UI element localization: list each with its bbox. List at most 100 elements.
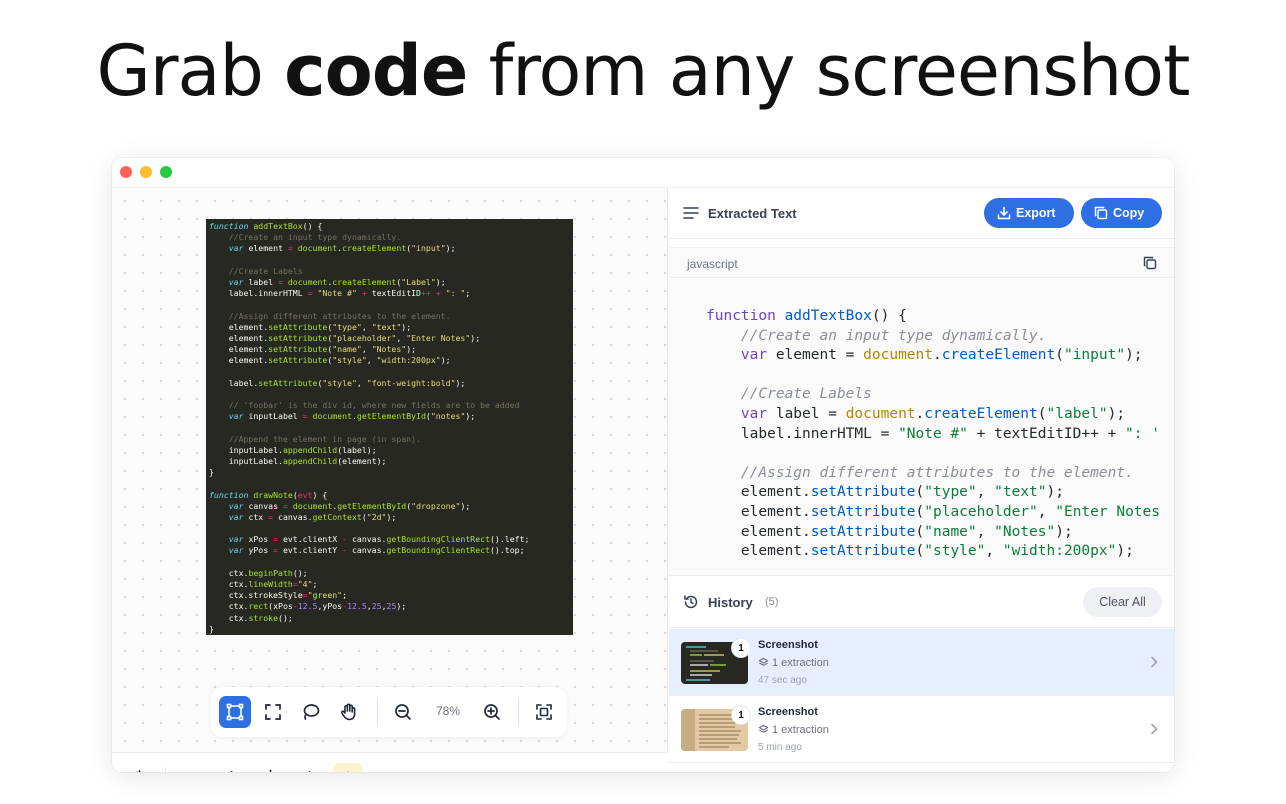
- premium-button[interactable]: [333, 763, 363, 772]
- history-item-extractions: 1 extraction: [772, 657, 829, 669]
- history-item-time: 47 sec ago: [758, 675, 807, 686]
- app-window: function addTextBox() { //Create an inpu…: [112, 158, 1174, 772]
- settings-button[interactable]: [124, 763, 154, 772]
- screenshot-code-line: //Assign different attributes to the ele…: [228, 310, 451, 321]
- screenshot-code-line: var inputLabel = document.getElementById…: [228, 411, 476, 422]
- hero-headline: Grab code from any screenshot: [0, 30, 1286, 112]
- canvas-toolbar: 78%: [211, 687, 567, 737]
- camera-icon: [183, 769, 202, 773]
- export-label: Export: [1016, 206, 1056, 220]
- screenshot-code-line: ctx.stroke();: [209, 612, 293, 623]
- bottom-toolbar: [112, 752, 668, 772]
- zoom-out-icon: [395, 704, 411, 720]
- title-bar: [112, 158, 1174, 188]
- screenshot-code-line: [209, 389, 570, 400]
- select-region-button[interactable]: [219, 696, 251, 728]
- screenshot-code-line: element.setAttribute("placeholder", "Ent…: [209, 332, 481, 343]
- screenshot-code-line: element.setAttribute("type", "text");: [209, 321, 412, 332]
- zoom-out-button[interactable]: [387, 696, 419, 728]
- toolbar-separator: [518, 700, 519, 724]
- crown-icon: [347, 771, 349, 772]
- lasso-button[interactable]: [295, 696, 327, 728]
- layers-icon: [758, 724, 769, 733]
- screenshot-code-line: var yPos = evt.clientY - canvas.getBound…: [228, 545, 525, 556]
- clear-all-button[interactable]: Clear All: [1083, 587, 1162, 617]
- extraction-count-badge: 1: [732, 639, 750, 657]
- fit-to-screen-button[interactable]: [528, 696, 560, 728]
- export-button[interactable]: Export: [984, 198, 1074, 228]
- toolbar-separator: [377, 700, 378, 724]
- zoom-in-button[interactable]: [476, 696, 508, 728]
- code-line: var label = document.createElement("labe…: [740, 405, 1126, 422]
- history-item[interactable]: 1 Screenshot 1 extraction 5 min ago: [669, 696, 1174, 763]
- crop-corners-icon: [265, 704, 281, 720]
- screenshot-code-line: [209, 255, 570, 266]
- copy-button[interactable]: Copy: [1081, 198, 1162, 228]
- upload-button[interactable]: [216, 763, 246, 772]
- code-line: var element = document.createElement("in…: [740, 347, 1143, 364]
- fullscreen-crop-button[interactable]: [257, 696, 289, 728]
- screenshot-code-line: var ctx = canvas.getContext("2d");: [228, 511, 397, 522]
- screenshot-code-line: inputLabel.appendChild(element);: [209, 455, 387, 466]
- screenshot-code-line: ctx.lineWidth="4";: [209, 579, 318, 589]
- screenshot-code-line: element.setAttribute("style", "width:200…: [209, 355, 451, 366]
- screenshot-code-line: //Create an input type dynamically.: [228, 232, 402, 243]
- screenshot-code-line: var element = document.createElement("in…: [228, 243, 456, 254]
- history-item[interactable]: 1 Screenshot 1 extraction 47 sec ago: [669, 629, 1174, 696]
- screenshot-code-line: [209, 557, 570, 568]
- chevron-right-icon: [1151, 723, 1158, 735]
- screenshot-code-line: [209, 299, 570, 310]
- history-item-time: 5 min ago: [758, 742, 802, 753]
- gear-icon: [135, 768, 144, 772]
- history-title: History: [708, 595, 753, 610]
- screenshot-code-line: element.setAttribute("name", "Notes");: [209, 344, 417, 355]
- panel-header: Extracted Text Export Copy: [669, 188, 1174, 239]
- panel-title: Extracted Text: [708, 206, 797, 221]
- screenshot-code-line: [209, 523, 570, 534]
- screenshot-image[interactable]: function addTextBox() { //Create an inpu…: [206, 219, 573, 635]
- screenshot-code-line: }: [209, 467, 214, 478]
- copy-code-icon[interactable]: [1143, 256, 1157, 270]
- zoom-window-button[interactable]: [160, 166, 172, 178]
- history-item-title: Screenshot: [758, 706, 818, 718]
- download-button[interactable]: [294, 763, 324, 772]
- select-region-icon: [226, 703, 244, 721]
- upload-icon: [229, 770, 233, 772]
- screenshot-code-line: ctx.strokeStyle="green";: [209, 590, 348, 601]
- screenshot-code-line: label.innerHTML = "Note #" + textEditID+…: [209, 288, 471, 299]
- crosshair-icon: [269, 769, 271, 772]
- download-icon: [308, 770, 310, 772]
- fit-screen-icon: [536, 704, 552, 720]
- export-icon: [997, 206, 1011, 220]
- hero-prefix: Grab: [96, 30, 285, 112]
- zoom-in-icon: [484, 704, 500, 720]
- code-line: element.setAttribute("type", "text");: [706, 484, 1064, 501]
- chevron-right-icon: [1151, 656, 1158, 668]
- screenshot-code-line: var label = document.createElement("Labe…: [228, 276, 446, 287]
- pan-button[interactable]: [333, 696, 365, 728]
- screenshot-code-line: var canvas = document.getElementById("dr…: [228, 500, 471, 511]
- close-window-button[interactable]: [120, 166, 132, 178]
- hand-icon: [341, 703, 356, 721]
- screenshot-code-line: function addTextBox() {: [209, 221, 323, 231]
- minimize-window-button[interactable]: [140, 166, 152, 178]
- code-line: label.innerHTML = "Note #" + textEditID+…: [706, 425, 1160, 442]
- screenshot-code-line: label.setAttribute("style", "font-weight…: [209, 377, 466, 388]
- extracted-code-view[interactable]: function addTextBox() { //Create an inpu…: [669, 279, 1174, 575]
- screenshot-code-line: inputLabel.appendChild(label);: [209, 444, 377, 455]
- canvas-area[interactable]: function addTextBox() { //Create an inpu…: [112, 188, 668, 772]
- target-capture-button[interactable]: [255, 763, 285, 772]
- history-item-title: Screenshot: [758, 639, 818, 651]
- code-line: element.setAttribute("placeholder", "Ent…: [706, 503, 1160, 520]
- capture-screenshot-button[interactable]: [177, 763, 207, 772]
- screenshot-code-line: ctx.rect(xPos-12.5,yPos-12.5,25,25);: [209, 601, 407, 612]
- language-label: javascript: [687, 257, 738, 271]
- extracted-text-panel: Extracted Text Export Copy javascript fu…: [669, 188, 1174, 772]
- screenshot-code-line: [209, 422, 570, 433]
- layers-icon: [758, 657, 769, 666]
- code-line: //Create Labels: [740, 386, 872, 403]
- hero-bold: code: [284, 30, 468, 112]
- screenshot-code-line: [209, 478, 570, 489]
